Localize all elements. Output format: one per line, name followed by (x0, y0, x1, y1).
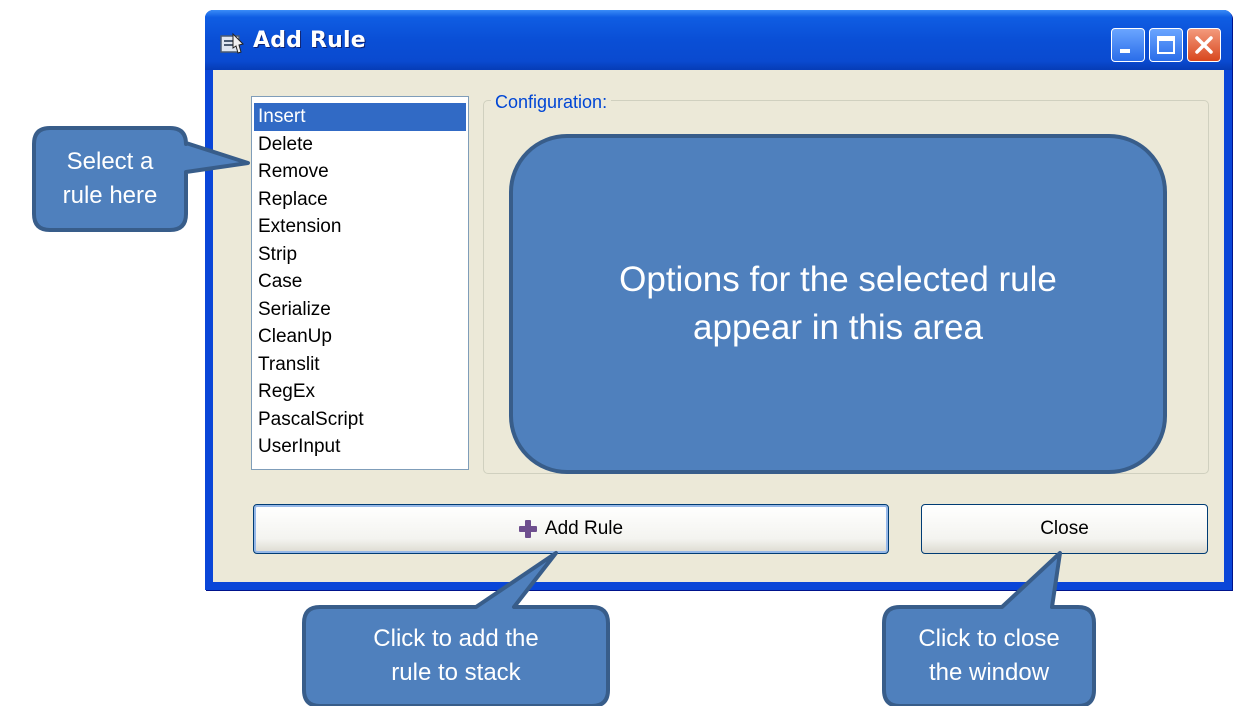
close-window-callout-text: Click to close the window (918, 625, 1060, 686)
callout-layer (32, 126, 1096, 706)
select-rule-callout-text: Select a rule here (62, 148, 158, 209)
add-rule-callout-text: Click to add the rule to stack (373, 625, 539, 686)
